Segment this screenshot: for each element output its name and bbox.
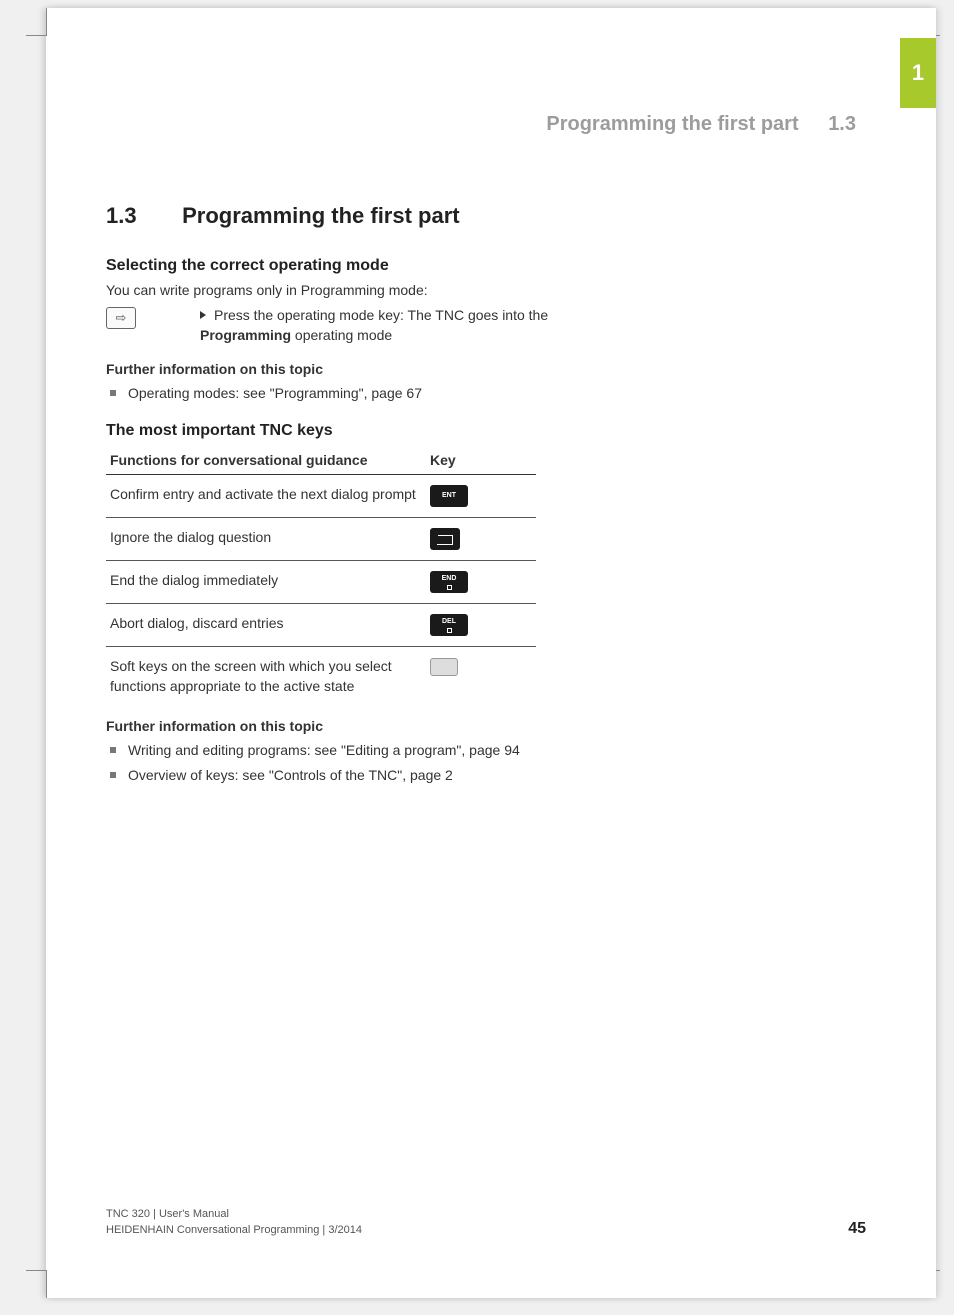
list-item: Operating modes: see "Programming", page…	[106, 383, 546, 404]
running-head: Programming the first part 1.3	[546, 113, 856, 136]
further-info-list: Writing and editing programs: see "Editi…	[106, 740, 876, 786]
running-head-title: Programming the first part	[546, 113, 798, 135]
function-cell: Soft keys on the screen with which you s…	[106, 647, 426, 707]
end-key-icon: END	[430, 571, 468, 593]
page-number: 45	[848, 1220, 866, 1238]
intro-paragraph: You can write programs only in Programmi…	[106, 281, 876, 301]
instruction-row: ⇨ Press the operating mode key: The TNC …	[106, 305, 876, 346]
content: 1.3 Programming the first part Selecting…	[106, 203, 876, 804]
key-cell: DEL	[426, 604, 536, 647]
instruction-pre: Press the operating mode key: The TNC go…	[214, 307, 548, 323]
mode-key-icon: ⇨	[106, 307, 136, 329]
function-cell: End the dialog immediately	[106, 561, 426, 604]
subsection-heading: Selecting the correct operating mode	[106, 257, 876, 275]
instruction-bold: Programming	[200, 327, 291, 343]
del-key-icon: DEL	[430, 614, 468, 636]
crop-mark	[26, 35, 46, 36]
key-cell: ENT	[426, 475, 536, 518]
mode-key-glyph: ⇨	[116, 310, 127, 326]
function-cell: Abort dialog, discard entries	[106, 604, 426, 647]
function-cell: Confirm entry and activate the next dial…	[106, 475, 426, 518]
footer-meta: TNC 320 | User's Manual HEIDENHAIN Conve…	[106, 1207, 362, 1238]
function-cell: Ignore the dialog question	[106, 518, 426, 561]
chapter-tab: 1	[900, 38, 936, 108]
instruction-post: operating mode	[291, 327, 392, 343]
table-row: Soft keys on the screen with which you s…	[106, 647, 536, 707]
footer-line2: HEIDENHAIN Conversational Programming | …	[106, 1223, 362, 1238]
table-header-function: Functions for conversational guidance	[106, 446, 426, 475]
further-info-heading: Further information on this topic	[106, 718, 876, 734]
crop-mark	[936, 35, 940, 36]
crop-mark	[26, 1270, 46, 1271]
chapter-number: 1	[912, 60, 924, 86]
page: 1 Programming the first part 1.3 1.3 Pro…	[46, 8, 936, 1298]
section-number: 1.3	[106, 203, 176, 229]
list-item: Overview of keys: see "Controls of the T…	[106, 765, 546, 786]
triangle-bullet-icon	[200, 311, 206, 319]
tnc-keys-section: The most important TNC keys Functions fo…	[106, 422, 876, 786]
softkey-icon	[430, 658, 458, 676]
list-item: Writing and editing programs: see "Editi…	[106, 740, 546, 761]
noent-key-icon	[430, 528, 460, 550]
table-row: Confirm entry and activate the next dial…	[106, 475, 536, 518]
table-row: End the dialog immediately END	[106, 561, 536, 604]
ent-key-icon: ENT	[430, 485, 468, 507]
running-head-number: 1.3	[828, 113, 856, 135]
page-footer: TNC 320 | User's Manual HEIDENHAIN Conve…	[106, 1207, 866, 1238]
table-row: Abort dialog, discard entries DEL	[106, 604, 536, 647]
further-info-list: Operating modes: see "Programming", page…	[106, 383, 876, 404]
crop-mark	[46, 1270, 47, 1298]
crop-mark	[936, 1270, 940, 1271]
instruction-text: Press the operating mode key: The TNC go…	[200, 305, 550, 346]
key-cell: END	[426, 561, 536, 604]
further-info-heading: Further information on this topic	[106, 361, 876, 377]
table-header-key: Key	[426, 446, 536, 475]
section-heading: 1.3 Programming the first part	[106, 203, 876, 229]
crop-mark	[46, 8, 47, 36]
keys-table: Functions for conversational guidance Ke…	[106, 446, 536, 706]
key-cell	[426, 518, 536, 561]
subsection-heading: The most important TNC keys	[106, 422, 876, 440]
footer-line1: TNC 320 | User's Manual	[106, 1207, 362, 1222]
key-cell	[426, 647, 536, 707]
table-row: Ignore the dialog question	[106, 518, 536, 561]
section-title: Programming the first part	[182, 203, 459, 228]
